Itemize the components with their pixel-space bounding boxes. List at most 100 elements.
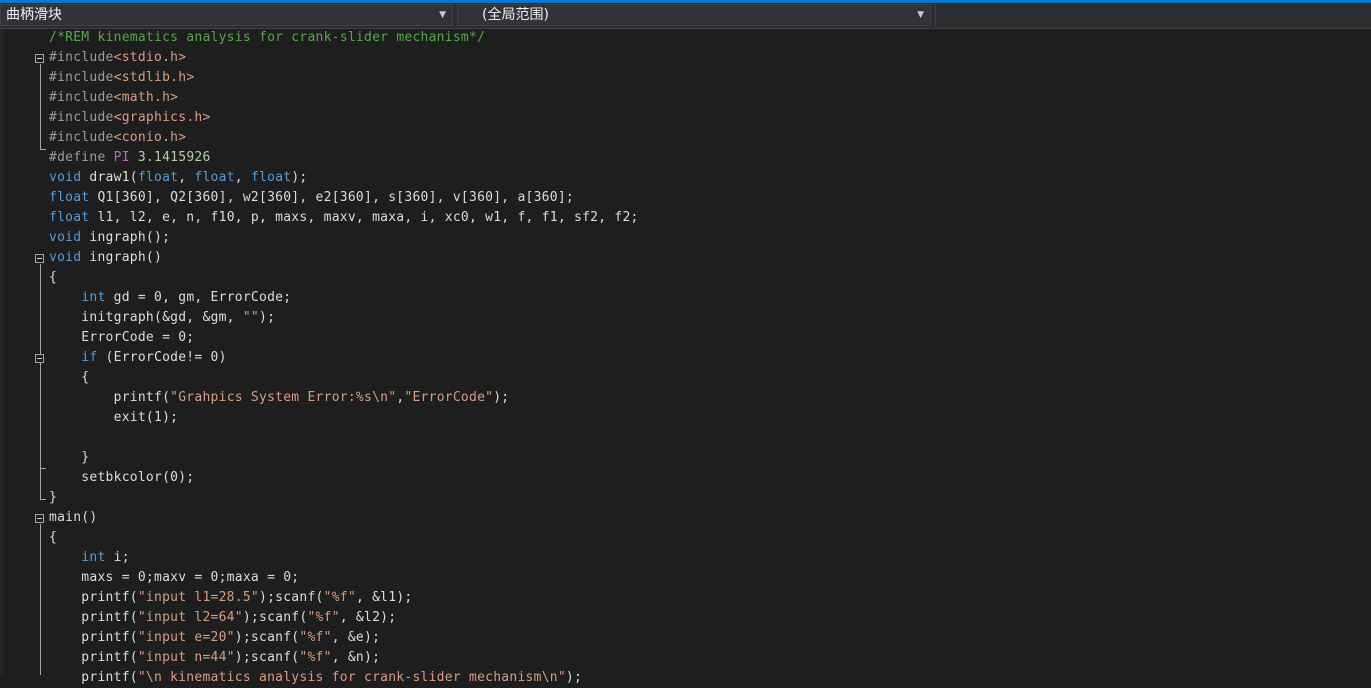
code-line[interactable]: { xyxy=(0,268,1371,288)
chevron-down-icon[interactable]: ▼ xyxy=(917,5,924,25)
code-token: printf( xyxy=(49,390,171,405)
code-line[interactable]: initgraph(&gd, &gm, ""); xyxy=(0,308,1371,328)
code-line[interactable]: printf("\n kinematics analysis for crank… xyxy=(0,668,1371,688)
code-line[interactable]: void draw1(float, float, float); xyxy=(0,168,1371,188)
code-line[interactable]: printf("input e=20");scanf("%f", &e); xyxy=(0,628,1371,648)
code-token: "%f" xyxy=(299,650,332,665)
code-token: ); xyxy=(291,170,308,185)
code-line[interactable]: /*REM kinematics analysis for crank-slid… xyxy=(0,28,1371,48)
fold-guide-end xyxy=(40,499,46,500)
code-token: /*REM kinematics analysis for crank-slid… xyxy=(49,30,486,45)
code-line[interactable]: printf("input n=44");scanf("%f", &n); xyxy=(0,648,1371,668)
code-token: float xyxy=(250,170,292,185)
code-line[interactable]: } xyxy=(0,488,1371,508)
member-scope-dropdown[interactable]: (全局范围) ▼ xyxy=(457,4,931,26)
code-line-text: #include<conio.h> xyxy=(49,128,186,148)
code-token: void xyxy=(49,250,82,265)
code-line[interactable]: ErrorCode = 0; xyxy=(0,328,1371,348)
code-token: , &l2); xyxy=(339,610,397,625)
code-token: <graphics.h> xyxy=(113,110,211,125)
code-line[interactable]: int gd = 0, gm, ErrorCode; xyxy=(0,288,1371,308)
code-line-text: int gd = 0, gm, ErrorCode; xyxy=(49,288,291,308)
code-token: #include xyxy=(49,50,114,65)
code-line-text: printf("input e=20");scanf("%f", &e); xyxy=(49,628,380,648)
function-dropdown[interactable] xyxy=(935,4,1371,26)
code-token: ); xyxy=(259,310,276,325)
code-line-text: { xyxy=(49,368,89,388)
code-line[interactable]: maxs = 0;maxv = 0;maxa = 0; xyxy=(0,568,1371,588)
code-token: , &l1); xyxy=(355,590,413,605)
code-line[interactable]: void ingraph(); xyxy=(0,228,1371,248)
code-line-text: #include<stdio.h> xyxy=(49,48,186,68)
code-token: #include xyxy=(49,90,114,105)
code-token: main() xyxy=(49,510,98,525)
code-token: "input n=44" xyxy=(137,650,235,665)
code-line-text: printf("\n kinematics analysis for crank… xyxy=(49,668,582,688)
code-line[interactable]: #include<math.h> xyxy=(0,88,1371,108)
code-editor[interactable]: /*REM kinematics analysis for crank-slid… xyxy=(0,28,1371,685)
code-line-text: float Q1[360], Q2[360], w2[360], e2[360]… xyxy=(49,188,574,208)
code-token: } xyxy=(49,450,90,465)
code-line-text: void draw1(float, float, float); xyxy=(49,168,308,188)
code-token: gd = 0, gm, ErrorCode; xyxy=(105,290,292,305)
code-token: ingraph(); xyxy=(81,230,171,245)
code-line-text: if (ErrorCode!= 0) xyxy=(49,348,227,368)
code-line-text: maxs = 0;maxv = 0;maxa = 0; xyxy=(49,568,299,588)
code-line[interactable]: float l1, l2, e, n, f10, p, maxs, maxv, … xyxy=(0,208,1371,228)
code-token: );scanf( xyxy=(234,650,300,665)
fold-guide-line xyxy=(40,524,41,675)
code-token: exit(1); xyxy=(49,410,179,425)
code-line[interactable]: { xyxy=(0,368,1371,388)
code-token: <stdio.h> xyxy=(113,50,187,65)
code-line[interactable]: printf("input l2=64");scanf("%f", &l2); xyxy=(0,608,1371,628)
code-line-text: void ingraph() xyxy=(49,248,162,268)
code-token: draw1( xyxy=(81,170,138,185)
code-token: { xyxy=(49,370,90,385)
code-token: i; xyxy=(105,550,130,565)
code-token: int xyxy=(81,550,106,565)
code-token: "%f" xyxy=(299,630,332,645)
code-line[interactable]: void ingraph() xyxy=(0,248,1371,268)
code-line[interactable] xyxy=(0,428,1371,448)
fold-toggle-icon[interactable] xyxy=(35,254,44,263)
code-line[interactable]: #include<stdio.h> xyxy=(0,48,1371,68)
chevron-down-icon[interactable]: ▼ xyxy=(439,5,446,25)
code-line[interactable]: if (ErrorCode!= 0) xyxy=(0,348,1371,368)
code-token: "" xyxy=(242,310,259,325)
code-line[interactable]: #include<stdlib.h> xyxy=(0,68,1371,88)
code-line-text: main() xyxy=(49,508,97,528)
code-token: "input e=20" xyxy=(137,630,235,645)
code-line-text: printf("input l1=28.5");scanf("%f", &l1)… xyxy=(49,588,412,608)
code-token: } xyxy=(49,490,58,505)
code-line-text: #include<math.h> xyxy=(49,88,178,108)
code-token: , xyxy=(178,170,195,185)
code-line[interactable]: main() xyxy=(0,508,1371,528)
code-token: ); xyxy=(565,670,583,685)
code-line[interactable]: float Q1[360], Q2[360], w2[360], e2[360]… xyxy=(0,188,1371,208)
code-line[interactable]: printf("input l1=28.5");scanf("%f", &l1)… xyxy=(0,588,1371,608)
fold-toggle-icon[interactable] xyxy=(35,354,44,363)
code-line-text: #include<graphics.h> xyxy=(49,108,211,128)
code-line[interactable]: setbkcolor(0); xyxy=(0,468,1371,488)
code-token: initgraph(&gd, &gm, xyxy=(49,310,243,325)
code-token: float xyxy=(49,210,90,225)
code-token: printf( xyxy=(49,590,138,605)
code-token: "%f" xyxy=(323,590,356,605)
code-line[interactable]: exit(1); xyxy=(0,408,1371,428)
code-line[interactable]: printf("Grahpics System Error:%s\n","Err… xyxy=(0,388,1371,408)
fold-guide-line xyxy=(40,64,41,149)
code-line[interactable]: #include<conio.h> xyxy=(0,128,1371,148)
code-line[interactable]: { xyxy=(0,528,1371,548)
code-line[interactable]: #define PI 3.1415926 xyxy=(0,148,1371,168)
code-line[interactable]: #include<graphics.h> xyxy=(0,108,1371,128)
fold-toggle-icon[interactable] xyxy=(35,54,44,63)
code-token: );scanf( xyxy=(242,610,308,625)
code-line[interactable]: int i; xyxy=(0,548,1371,568)
fold-guide-end xyxy=(40,149,46,150)
code-line[interactable]: } xyxy=(0,448,1371,468)
fold-toggle-icon[interactable] xyxy=(35,514,44,523)
code-token: #include xyxy=(49,130,114,145)
project-scope-dropdown[interactable]: 曲柄滑块 ▼ xyxy=(0,4,453,26)
